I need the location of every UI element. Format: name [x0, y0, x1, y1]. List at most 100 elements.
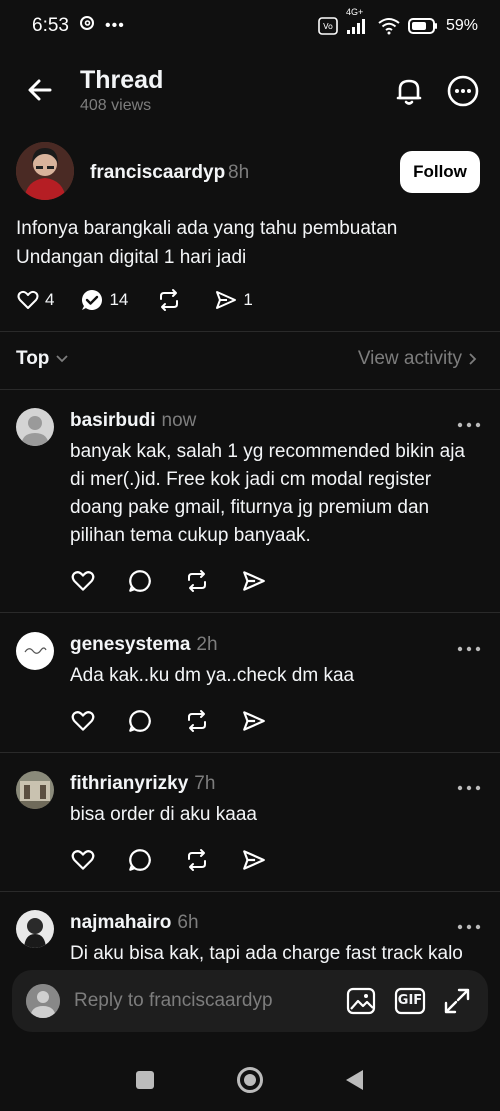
follow-button[interactable]: Follow — [400, 151, 480, 193]
views-count: 408 views — [80, 97, 152, 114]
more-options-icon[interactable] — [456, 779, 482, 791]
signal-icon: 4G+ — [346, 7, 370, 35]
battery-percent: 59% — [445, 17, 478, 34]
reply-username-row: fithrianyrizky 7h — [70, 773, 215, 795]
system-nav-bar — [0, 1050, 500, 1110]
share-icon[interactable] — [241, 708, 267, 734]
post-time: 8h — [228, 162, 250, 183]
more-options-icon[interactable] — [456, 640, 482, 652]
wifi-icon — [378, 17, 400, 35]
reply-username[interactable]: fithrianyrizky — [70, 773, 188, 794]
expand-icon[interactable] — [442, 986, 472, 1016]
header-title-group: Thread 408 views — [80, 66, 163, 115]
like-stat[interactable]: 4 — [16, 288, 54, 312]
reply-composer[interactable]: Reply to franciscaardyp GIF — [12, 970, 488, 1032]
reply-time: 2h — [196, 634, 218, 655]
reply-actions — [70, 847, 267, 873]
divider — [0, 331, 500, 332]
repost-icon[interactable] — [184, 568, 210, 594]
volte-icon: Vo — [318, 17, 338, 35]
share-icon[interactable] — [241, 568, 267, 594]
avatar[interactable] — [16, 142, 74, 200]
heart-icon[interactable] — [70, 847, 96, 873]
more-notifications-icon: ••• — [104, 17, 125, 34]
post-stats: 4 14 1 — [16, 286, 253, 314]
like-count: 4 — [45, 290, 55, 309]
heart-icon[interactable] — [70, 708, 96, 734]
reply-text-line: Di aku bisa kak, tapi ada charge fast tr… — [70, 943, 463, 964]
avatar[interactable] — [16, 771, 54, 809]
reply-username[interactable]: basirbudi — [70, 410, 156, 431]
reply-text-line: bisa order di aku kaaa — [70, 804, 257, 825]
network-type: 4G+ — [345, 7, 364, 17]
reply-actions — [70, 708, 267, 734]
post-text-line: Undangan digital 1 hari jadi — [16, 247, 247, 268]
view-activity-label: View activity — [357, 348, 462, 369]
divider — [0, 891, 500, 892]
avatar[interactable] — [16, 408, 54, 446]
reply-count: 14 — [109, 290, 129, 309]
bell-icon[interactable] — [392, 74, 426, 108]
replied-check-icon — [82, 290, 103, 310]
home-circle-icon[interactable] — [235, 1065, 265, 1095]
divider — [0, 389, 500, 390]
heart-icon — [17, 290, 39, 309]
reply-text: Ada kak..ku dm ya..check dm kaa — [70, 662, 485, 690]
reply-username[interactable]: najmahairo — [70, 912, 171, 933]
threads-notification-icon — [79, 15, 95, 37]
back-triangle-icon[interactable] — [340, 1065, 370, 1095]
view-activity-link[interactable]: View activity — [358, 348, 478, 370]
reply-input[interactable]: Reply to franciscaardyp — [74, 990, 273, 1012]
repost-icon[interactable] — [184, 847, 210, 873]
reply-text-line: pilihan tema cukup banyaak. — [70, 525, 311, 546]
sort-dropdown[interactable]: Top — [16, 348, 69, 370]
reply-time: 6h — [177, 912, 199, 933]
heart-icon[interactable] — [70, 568, 96, 594]
reply-username[interactable]: genesystema — [70, 634, 190, 655]
reply-text-line: di mer(.)id. Free kok jadi cm modal regi… — [70, 469, 432, 490]
chevron-right-icon — [469, 353, 477, 365]
sort-bar: Top View activity — [0, 340, 500, 380]
comment-icon[interactable] — [127, 708, 153, 734]
avatar[interactable] — [16, 632, 54, 670]
status-bar: 6:53 ••• Vo 4G+ 59% — [0, 0, 500, 52]
reply-text: Di aku bisa kak, tapi ada charge fast tr… — [70, 940, 485, 968]
gif-icon[interactable]: GIF — [394, 986, 426, 1016]
image-icon[interactable] — [346, 986, 376, 1016]
reply-time: 7h — [194, 773, 216, 794]
reply-username-row: najmahairo 6h — [70, 912, 199, 934]
divider — [0, 612, 500, 613]
repost-icon — [160, 289, 179, 311]
share-count: 1 — [243, 290, 253, 309]
share-stat[interactable]: 1 — [214, 288, 253, 312]
recents-square-icon[interactable] — [130, 1065, 160, 1095]
reply-text: bisa order di aku kaaa — [70, 801, 485, 829]
reply-text-line: doang pake gmail, fiturnya jg premium da… — [70, 497, 430, 518]
post-text-line: Infonya barangkali ada yang tahu pembuat… — [16, 218, 398, 239]
share-icon — [216, 291, 237, 309]
post-username[interactable]: franciscaardyp — [90, 162, 225, 184]
share-icon[interactable] — [241, 847, 267, 873]
reply-stat[interactable]: 14 — [80, 288, 128, 312]
repost-icon[interactable] — [184, 708, 210, 734]
more-options-icon[interactable] — [456, 918, 482, 930]
reply-username-row: genesystema 2h — [70, 634, 218, 656]
comment-icon[interactable] — [127, 568, 153, 594]
status-time: 6:53 — [32, 15, 69, 36]
more-options-icon[interactable] — [456, 416, 482, 428]
gif-label: GIF — [397, 993, 423, 1008]
back-arrow-icon[interactable] — [22, 72, 58, 108]
reply-time: now — [161, 410, 197, 431]
reply-text-line: Ada kak..ku dm ya..check dm kaa — [70, 665, 355, 686]
divider — [0, 752, 500, 753]
page-title: Thread — [80, 66, 164, 94]
post-text: Infonya barangkali ada yang tahu pembuat… — [16, 214, 486, 272]
comment-icon[interactable] — [127, 847, 153, 873]
repost-stat[interactable] — [156, 288, 182, 312]
more-circle-icon[interactable] — [446, 74, 480, 108]
avatar[interactable] — [16, 910, 54, 948]
svg-text:Vo: Vo — [323, 22, 333, 31]
reply-actions — [70, 568, 267, 594]
reply-username-row: basirbudi now — [70, 410, 196, 432]
battery-icon — [407, 18, 438, 34]
